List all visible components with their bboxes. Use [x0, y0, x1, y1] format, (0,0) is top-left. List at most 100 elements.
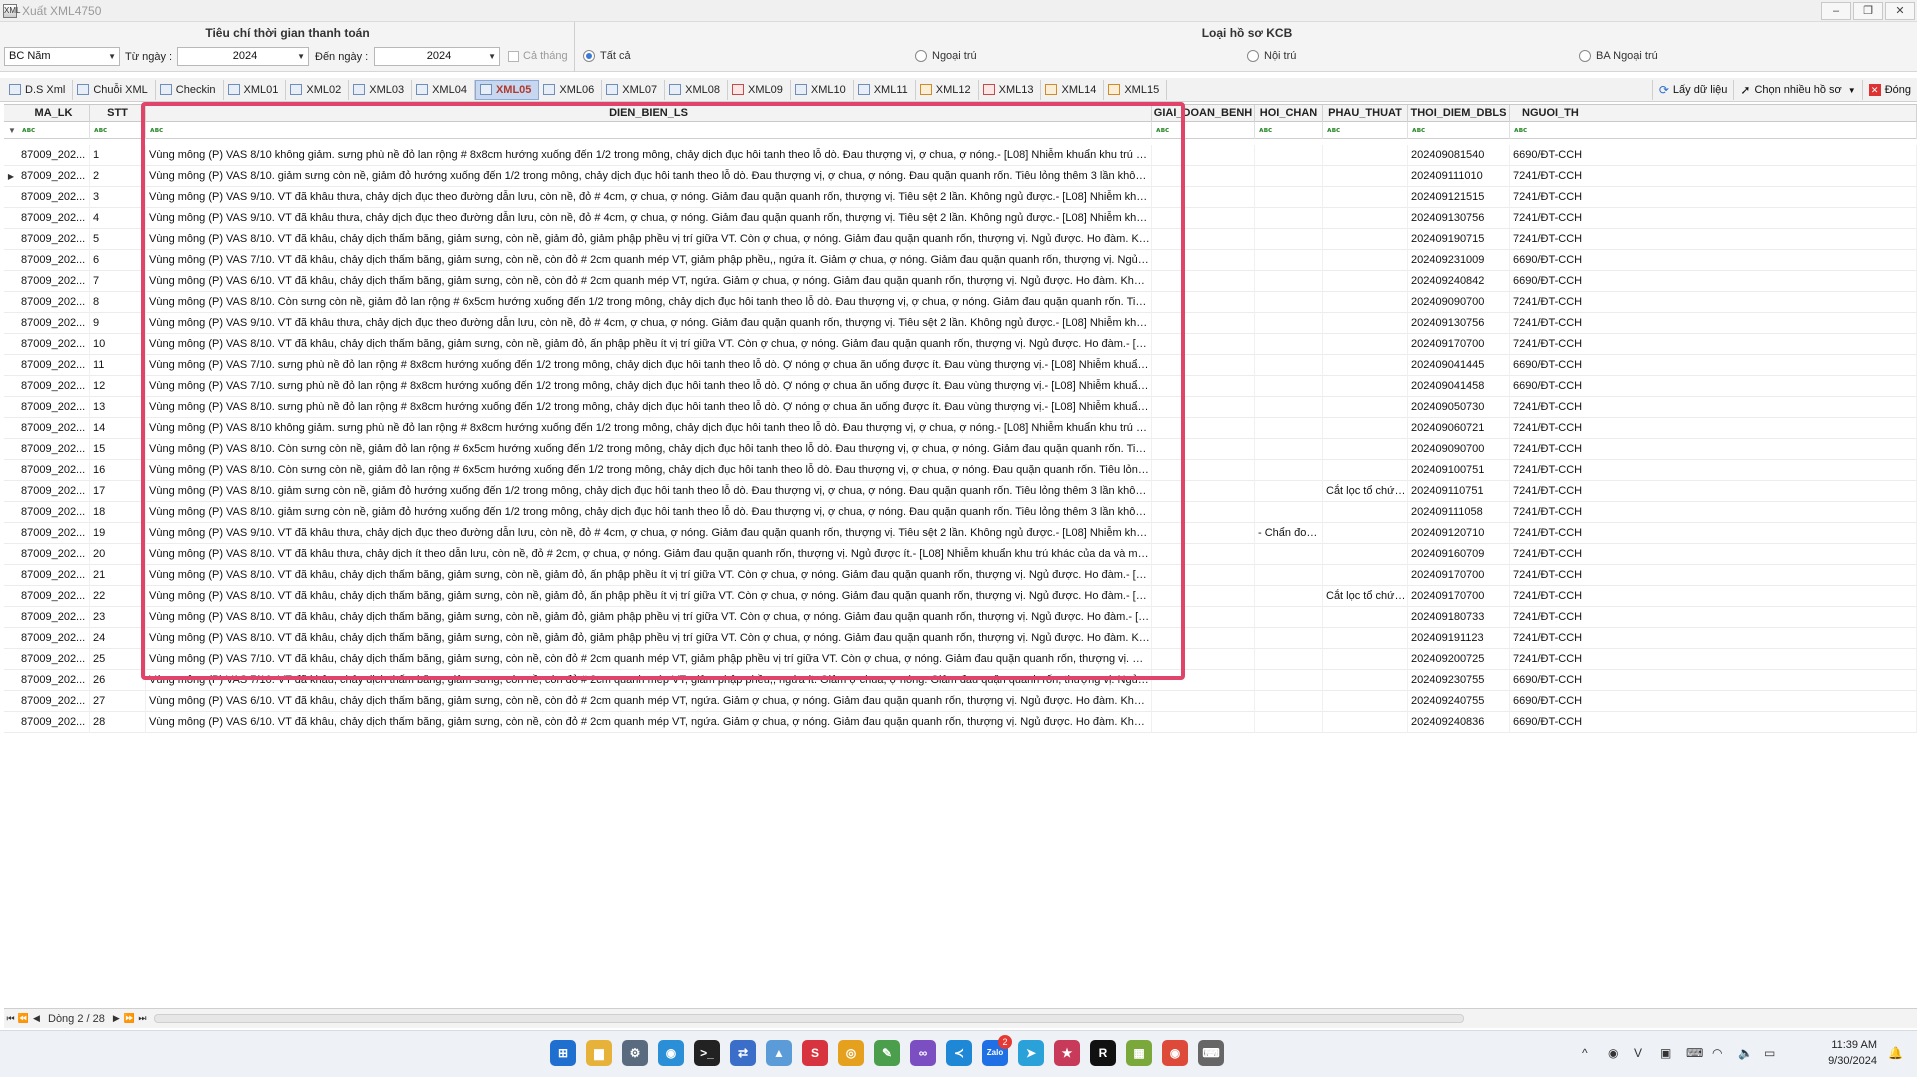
prev-page-button[interactable]: ⏪ [17, 1013, 30, 1024]
cell-phau-thuat[interactable] [1323, 271, 1408, 292]
chevron-down-icon[interactable]: ▼ [1848, 86, 1856, 95]
tab-xml09[interactable]: XML09 [728, 79, 791, 100]
cell-phau-thuat[interactable] [1323, 166, 1408, 187]
column-filter-hoi-chan[interactable]: ᴀʙc [1255, 122, 1323, 139]
chrome-beta-icon[interactable]: ◎ [838, 1040, 864, 1066]
cell-phau-thuat[interactable] [1323, 376, 1408, 397]
cell-hoi-chan[interactable] [1255, 145, 1323, 166]
cell-stt[interactable]: 7 [90, 271, 146, 292]
cell-stt[interactable]: 5 [90, 229, 146, 250]
cell-thoi-diem-dbls[interactable]: 202409231009 [1408, 250, 1510, 271]
cell-giai-doan-benh[interactable] [1152, 208, 1255, 229]
cell-giai-doan-benh[interactable] [1152, 481, 1255, 502]
radio-all[interactable]: Tất cả [583, 50, 631, 62]
last-record-button[interactable]: ⏭ [136, 1013, 149, 1024]
table-row[interactable]: 87009_202... 17 Vùng mông (P) VAS 8/10. gi… [4, 481, 1917, 502]
cell-thoi-diem-dbls[interactable]: 202409081540 [1408, 145, 1510, 166]
cell-nguoi-th[interactable]: 7241/ĐT-CCH [1510, 313, 1917, 334]
cell-stt[interactable]: 14 [90, 418, 146, 439]
column-header-phau-thuat[interactable]: PHAU_THUAT [1323, 105, 1408, 122]
cell-dien-bien-ls[interactable]: Vùng mông (P) VAS 7/10. sưng phù nề đỏ l… [146, 376, 1152, 397]
cell-nguoi-th[interactable]: 7241/ĐT-CCH [1510, 292, 1917, 313]
table-row[interactable]: 87009_202... 7 Vùng mông (P) VAS 6/10. VT … [4, 271, 1917, 292]
radio-outpatient[interactable]: Ngoại trú [915, 50, 977, 62]
cell-dien-bien-ls[interactable]: Vùng mông (P) VAS 8/10. giảm sưng còn nề… [146, 481, 1152, 502]
cell-hoi-chan[interactable] [1255, 187, 1323, 208]
cell-stt[interactable]: 24 [90, 628, 146, 649]
cell-thoi-diem-dbls[interactable]: 202409160709 [1408, 544, 1510, 565]
cell-stt[interactable]: 18 [90, 502, 146, 523]
horizontal-scrollbar[interactable] [154, 1014, 1464, 1023]
cell-phau-thuat[interactable] [1323, 670, 1408, 691]
cell-hoi-chan[interactable] [1255, 670, 1323, 691]
cell-ma-lk[interactable]: 87009_202... [18, 460, 90, 481]
table-row[interactable]: 87009_202... 19 Vùng mông (P) VAS 9/10. VT… [4, 523, 1917, 544]
column-header-nguoi-th[interactable]: NGUOI_TH [1510, 105, 1917, 122]
chrome-icon[interactable]: ◉ [1162, 1040, 1188, 1066]
whole-month-checkbox[interactable]: Cả tháng [508, 50, 568, 62]
next-page-button[interactable]: ⏩ [123, 1013, 136, 1024]
cell-giai-doan-benh[interactable] [1152, 250, 1255, 271]
column-filter-ma-lk[interactable]: ᴀʙc [18, 122, 90, 139]
tab-xml06[interactable]: XML06 [539, 79, 603, 100]
table-row[interactable]: 87009_202... 3 Vùng mông (P) VAS 9/10. VT … [4, 187, 1917, 208]
cell-thoi-diem-dbls[interactable]: 202409200725 [1408, 649, 1510, 670]
cell-phau-thuat[interactable] [1323, 355, 1408, 376]
cell-stt[interactable]: 27 [90, 691, 146, 712]
cell-giai-doan-benh[interactable] [1152, 376, 1255, 397]
cell-phau-thuat[interactable] [1323, 502, 1408, 523]
cell-dien-bien-ls[interactable]: Vùng mông (P) VAS 9/10. VT đã khâu thưa,… [146, 208, 1152, 229]
cell-giai-doan-benh[interactable] [1152, 439, 1255, 460]
archive-icon[interactable]: ▦ [1126, 1040, 1152, 1066]
column-header-stt[interactable]: STT [90, 105, 146, 122]
cell-giai-doan-benh[interactable] [1152, 502, 1255, 523]
column-filter-dien-bien-ls[interactable]: ᴀʙc [146, 122, 1152, 139]
cell-hoi-chan[interactable] [1255, 250, 1323, 271]
table-row[interactable]: 87009_202... 18 Vùng mông (P) VAS 8/10. gi… [4, 502, 1917, 523]
cell-stt[interactable]: 9 [90, 313, 146, 334]
security-tray-icon[interactable]: ▣ [1660, 1046, 1671, 1060]
cell-ma-lk[interactable]: 87009_202... [18, 250, 90, 271]
cell-ma-lk[interactable]: 87009_202... [18, 166, 90, 187]
cell-giai-doan-benh[interactable] [1152, 670, 1255, 691]
column-filter-phau-thuat[interactable]: ᴀʙc [1323, 122, 1408, 139]
cell-giai-doan-benh[interactable] [1152, 229, 1255, 250]
table-row[interactable]: 87009_202... 6 Vùng mông (P) VAS 7/10. VT … [4, 250, 1917, 271]
cell-hoi-chan[interactable] [1255, 208, 1323, 229]
tab-xml04[interactable]: XML04 [412, 79, 475, 100]
cell-giai-doan-benh[interactable] [1152, 145, 1255, 166]
cell-hoi-chan[interactable] [1255, 292, 1323, 313]
cell-phau-thuat[interactable] [1323, 544, 1408, 565]
table-row[interactable]: 87009_202... 5 Vùng mông (P) VAS 8/10. VT … [4, 229, 1917, 250]
cell-hoi-chan[interactable] [1255, 229, 1323, 250]
cell-phau-thuat[interactable] [1323, 250, 1408, 271]
cell-ma-lk[interactable]: 87009_202... [18, 691, 90, 712]
cell-ma-lk[interactable]: 87009_202... [18, 187, 90, 208]
app-star-icon[interactable]: ★ [1054, 1040, 1080, 1066]
cell-giai-doan-benh[interactable] [1152, 271, 1255, 292]
cell-nguoi-th[interactable]: 7241/ĐT-CCH [1510, 460, 1917, 481]
cell-giai-doan-benh[interactable] [1152, 334, 1255, 355]
cell-nguoi-th[interactable]: 6690/ĐT-CCH [1510, 712, 1917, 733]
cell-stt[interactable]: 22 [90, 586, 146, 607]
cell-phau-thuat[interactable] [1323, 208, 1408, 229]
cell-ma-lk[interactable]: 87009_202... [18, 313, 90, 334]
cell-dien-bien-ls[interactable]: Vùng mông (P) VAS 7/10. VT đã khâu, chảy… [146, 670, 1152, 691]
visual-studio-icon[interactable]: ∞ [910, 1040, 936, 1066]
tab-xml14[interactable]: XML14 [1041, 79, 1105, 100]
table-row[interactable]: 87009_202... 16 Vùng mông (P) VAS 8/10. Cò… [4, 460, 1917, 481]
cell-stt[interactable]: 3 [90, 187, 146, 208]
telegram-icon[interactable]: ➤ [1018, 1040, 1044, 1066]
cell-dien-bien-ls[interactable]: Vùng mông (P) VAS 7/10. VT đã khâu, chảy… [146, 250, 1152, 271]
column-filter-stt[interactable]: ᴀʙc [90, 122, 146, 139]
cell-ma-lk[interactable]: 87009_202... [18, 628, 90, 649]
cell-giai-doan-benh[interactable] [1152, 313, 1255, 334]
cell-phau-thuat[interactable] [1323, 628, 1408, 649]
table-row[interactable]: 87009_202... 1 Vùng mông (P) VAS 8/10 khôn… [4, 145, 1917, 166]
tab-xml05[interactable]: XML05 [474, 79, 540, 100]
tab-xml11[interactable]: XML11 [854, 79, 916, 100]
cell-ma-lk[interactable]: 87009_202... [18, 145, 90, 166]
prev-record-button[interactable]: ◀ [30, 1013, 43, 1024]
cell-stt[interactable]: 4 [90, 208, 146, 229]
table-row[interactable]: 87009_202... 4 Vùng mông (P) VAS 9/10. VT … [4, 208, 1917, 229]
